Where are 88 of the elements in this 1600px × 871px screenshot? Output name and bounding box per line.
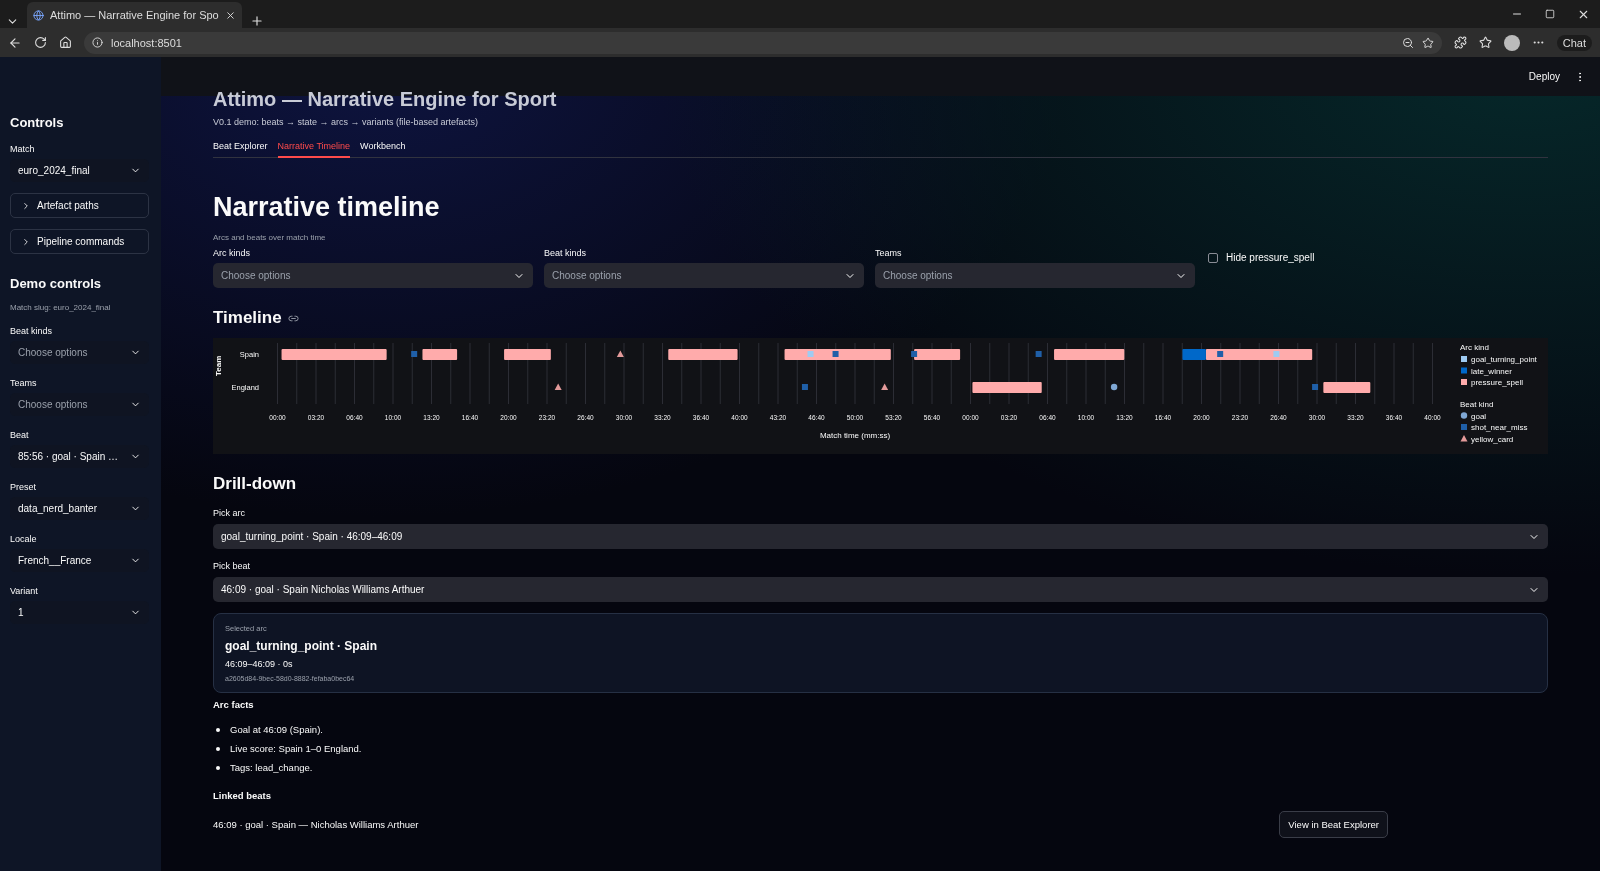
tab-title: Attimo — Narrative Engine for Spo [50,9,219,21]
field-label: Pick beat [213,561,252,571]
deploy-button[interactable]: Deploy [1528,71,1560,82]
bullet-icon [216,728,220,732]
select-field[interactable]: 85:56 · goal · Spain … [10,445,149,468]
multiselect-field[interactable]: Choose options [875,263,1195,288]
caption: Arcs and beats over match time [213,233,327,242]
linked-beat: 46:09 · goal · Spain — Nicholas Williams Arthuer [213,819,419,830]
expander[interactable]: Artefact paths [10,193,149,218]
checkbox-label: Hide pressure_spell [1226,252,1315,263]
multiselect-field[interactable]: Choose options [544,263,864,288]
field-label: Beat kinds [544,248,588,258]
subtitle: V0.1 demo: beats → state → arcs → variants (file-based artefacts) [213,117,480,127]
legend-label: late_winner [1471,366,1512,376]
field-label: Teams [10,378,38,388]
expander[interactable]: Pipeline commands [10,229,149,254]
legend-title: Beat kind [1460,399,1494,409]
legend-swatch [1461,379,1467,385]
field-label: Preset [10,482,37,492]
legend-title: Arc kind [1460,343,1489,352]
browser-tab[interactable]: Attimo — Narrative Engine for Spo [27,2,242,28]
page-heading: Narrative timeline [213,192,441,223]
checkbox[interactable] [1208,252,1218,263]
legend-label: pressure_spell [1471,378,1524,387]
fact-item: Tags: lead_change. [230,762,313,774]
legend-label: shot_near_miss [1471,423,1528,432]
legend-label: yellow_card [1471,434,1514,444]
field-label: Beat kinds [10,326,54,336]
app-title: Attimo — Narrative Engine for Sport [213,88,558,111]
match-select[interactable]: euro_2024_final [10,159,149,182]
match-slug-caption: Match slug: euro_2024_final [10,303,112,312]
info-icon [92,37,103,48]
tab[interactable]: Narrative Timeline [277,141,351,158]
select-field[interactable]: data_nerd_banter [10,497,149,520]
facts-heading: Arc facts [213,699,255,710]
legend-label: goal_turning_point [1471,355,1537,364]
bullet-icon [216,766,220,770]
fact-item: Goal at 46:09 (Spain). [230,724,323,736]
legend-swatch [1461,424,1467,430]
section-heading: Drill-down [213,474,297,494]
field-label: Match [10,144,36,154]
address-field[interactable]: localhost:8501 [84,31,1442,54]
legend-swatch [1460,435,1468,442]
back-icon[interactable] [8,35,22,50]
star-icon[interactable] [1421,36,1434,49]
select-field[interactable]: Choose options [10,341,149,364]
maximize-icon[interactable] [1545,9,1555,19]
home-icon[interactable] [59,36,72,49]
field-label: Pick arc [213,508,246,518]
puzzle-icon[interactable] [1453,36,1467,49]
legend-swatch [1461,367,1467,374]
select-field[interactable]: Choose options [10,393,149,416]
chevron-right-icon [21,236,31,247]
reload-icon[interactable] [34,36,47,49]
card-title: goal_turning_point · Spain [225,639,378,653]
globe-icon [33,9,44,21]
close-icon[interactable] [224,9,236,21]
axis-title: Match time (mm:ss) [819,431,891,440]
chevron-right-icon [21,200,31,211]
field-label: Locale [10,534,38,544]
linked-heading: Linked beats [213,790,273,801]
legend-swatch [1460,412,1468,419]
zoom-out-icon[interactable] [1401,36,1414,49]
view-button[interactable]: View in Beat Explorer [1279,811,1388,838]
sidebar-title: Controls [10,115,65,130]
field-label: Arc kinds [213,248,251,258]
profile-avatar[interactable] [1503,34,1520,51]
tab[interactable]: Beat Explorer [213,141,268,158]
legend-swatch [1461,356,1467,362]
field-label: Teams [875,248,903,258]
select-field[interactable]: 1 [10,601,149,624]
field-label: Beat [10,430,30,440]
axis-title: Team [214,355,223,376]
section-heading: Timeline [213,308,282,328]
multiselect-field[interactable]: Choose options [213,263,533,288]
field-label: Variant [10,586,39,596]
legend-label: goal [1471,411,1487,421]
star-icon[interactable] [1478,36,1492,49]
bullet-icon [216,747,220,751]
new-tab-icon[interactable] [249,14,264,28]
section-title: Demo controls [10,276,102,291]
chat-button[interactable]: Chat [1556,34,1592,51]
fact-item: Live score: Spain 1–0 England. [230,743,362,755]
select-field[interactable]: French__France [10,549,149,572]
tab[interactable]: Workbench [360,141,406,158]
arc-span: 46:09–46:09 · 0s [225,659,294,669]
select-field[interactable]: goal_turning_point · Spain · 46:09–46:09 [213,524,1548,549]
select-field[interactable]: 46:09 · goal · Spain Nicholas Williams Arthuer [213,577,1548,602]
